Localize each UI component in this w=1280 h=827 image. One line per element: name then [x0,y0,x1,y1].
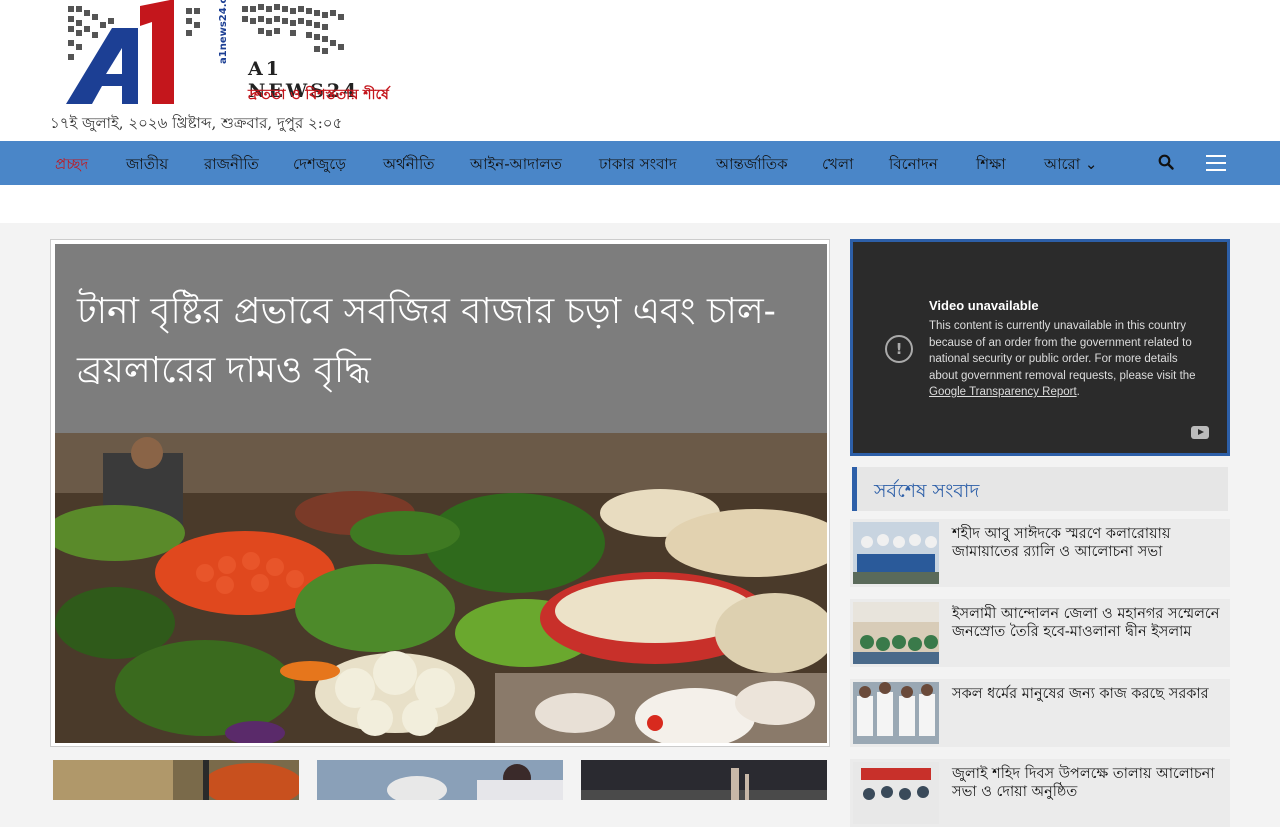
nav-item-law-court[interactable]: আইন-আদালত [470,153,562,178]
current-date: ১৭ই জুলাই, ২০২৬ খ্রিষ্টাব্দ, শুক্রবার, দ… [50,114,343,132]
nav-item-entertainment[interactable]: বিনোদন [889,153,938,178]
nav-item-country[interactable]: দেশজুড়ে [293,153,346,178]
lead-image[interactable] [55,433,827,743]
nav-item-sports[interactable]: খেলা [822,153,853,178]
nav-item-politics[interactable]: রাজনীতি [204,153,259,178]
news-thumbnail[interactable] [853,522,939,584]
news-title[interactable]: জুলাই শহিদ দিবস উপলক্ষে তালায় আলোচনা সভ… [952,765,1228,801]
story-thumbnail[interactable] [53,760,299,800]
news-thumbnail[interactable] [853,762,939,824]
news-title[interactable]: শহীদ আবু সাঈদকে স্মরণে কলারোয়ায় জামায়… [952,525,1228,561]
news-thumbnail[interactable] [853,602,939,664]
news-title[interactable]: সকল ধর্মের মানুষের জন্য কাজ করছে সরকার [952,685,1228,703]
nav-item-home[interactable]: প্রচ্ছদ [55,153,88,178]
alert-icon: ! [885,335,913,363]
lead-story[interactable]: টানা বৃষ্টির প্রভাবে সবজির বাজার চড়া এব… [50,239,830,747]
nav-item-education[interactable]: শিক্ষা [976,153,1006,178]
latest-news-item[interactable]: শহীদ আবু সাঈদকে স্মরণে কলারোয়ায় জামায়… [850,519,1230,587]
latest-news-heading: সর্বশেষ সংবাদ [874,480,980,502]
nav-item-national[interactable]: জাতীয় [126,153,168,178]
lead-headline-box: টানা বৃষ্টির প্রভাবে সবজির বাজার চড়া এব… [55,244,827,433]
logo-url: a1news24.com [218,0,229,64]
white-spacer [0,185,1280,223]
news-title[interactable]: ইসলামী আন্দোলন জেলা ও মহানগর সম্মেলনে জন… [952,605,1228,641]
latest-news-item[interactable]: সকল ধর্মের মানুষের জন্য কাজ করছে সরকার [850,679,1230,747]
search-icon[interactable] [1158,154,1174,170]
nav-item-economy[interactable]: অর্থনীতি [383,153,435,178]
nav-item-more[interactable]: আরো ⌄ [1044,153,1097,178]
latest-news-header: সর্বশেষ সংবাদ [852,467,1228,511]
nav-item-international[interactable]: আন্তর্জাতিক [716,153,788,178]
lead-headline[interactable]: টানা বৃষ্টির প্রভাবে সবজির বাজার চড়া এব… [77,282,797,400]
latest-news-item[interactable]: জুলাই শহিদ দিবস উপলক্ষে তালায় আলোচনা সভ… [850,759,1230,827]
latest-news-item[interactable]: ইসলামী আন্দোলন জেলা ও মহানগর সম্মেলনে জন… [850,599,1230,667]
site-logo[interactable]: a1news24.com A1 NEWS24 দ্রুততা ও বিশস্তত… [62,0,389,110]
story-thumbnail[interactable] [317,760,563,800]
site-header: a1news24.com A1 NEWS24 দ্রুততা ও বিশস্তত… [0,0,1280,141]
video-embed[interactable]: ! Video unavailable This content is curr… [850,239,1230,456]
video-unavailable-message: This content is currently unavailable in… [929,318,1209,401]
nav-item-dhaka-news[interactable]: ঢাকার সংবাদ [599,153,677,178]
transparency-report-link[interactable]: Google Transparency Report [929,386,1077,398]
brand-tagline: দ্রুততা ও বিশস্ততায় শীর্ষে [248,87,389,103]
youtube-icon[interactable] [1191,426,1209,439]
news-thumbnail[interactable] [853,682,939,744]
video-unavailable-title: Video unavailable [929,298,1039,313]
story-thumbnail[interactable] [581,760,827,800]
main-navigation: প্রচ্ছদ জাতীয় রাজনীতি দেশজুড়ে অর্থনীতি… [0,141,1280,185]
video-message-text: This content is currently unavailable in… [929,320,1196,382]
video-message-end: . [1076,386,1080,398]
hamburger-menu-icon[interactable] [1206,155,1226,171]
latest-news-widget: সর্বশেষ সংবাদ শহীদ আবু সাঈদকে স্মরণে কলা… [850,465,1230,827]
